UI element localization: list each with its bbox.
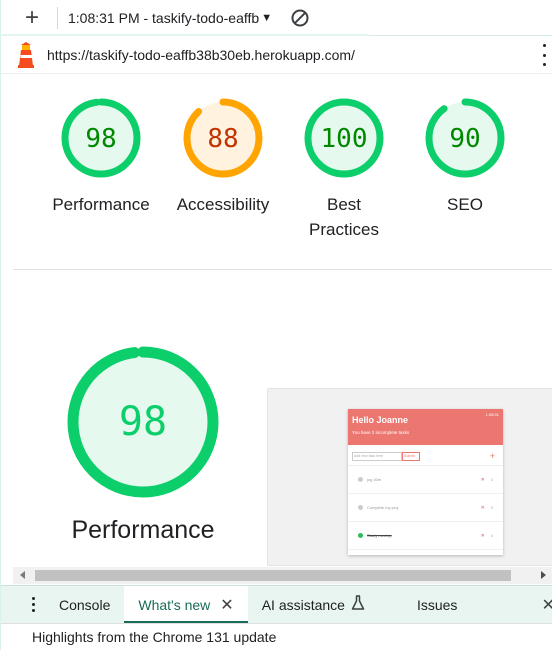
- performance-heading: Performance: [71, 516, 215, 544]
- caret-down-icon: ▼: [261, 11, 273, 24]
- score-gauge-accessibility[interactable]: 88 Accessibility: [163, 98, 283, 217]
- drawer-menu-icon[interactable]: [21, 586, 45, 623]
- gauge-value-accessibility: 88: [207, 124, 238, 154]
- task-status-icon: [358, 533, 363, 538]
- close-drawer-icon[interactable]: ✕: [542, 595, 552, 615]
- app-form: Add new task here Submit +: [348, 445, 503, 466]
- app-submit-button: Submit: [402, 451, 420, 461]
- final-screenshot[interactable]: Hello Joanne You have 2 incomplete tasks…: [267, 388, 552, 566]
- tab-console[interactable]: Console: [45, 586, 124, 623]
- task-status-icon: [358, 505, 363, 510]
- gauge-label-best-practices: Best Practices: [309, 195, 379, 239]
- tab-whats-new[interactable]: What's new ✕: [124, 586, 249, 623]
- task-count: 4: [490, 533, 493, 538]
- drawer-tabbar: Console What's new ✕ AI assistance Issue…: [1, 585, 552, 623]
- task-count: 2: [490, 477, 493, 482]
- horizontal-scrollbar[interactable]: [13, 567, 552, 584]
- gauge-performance: 98: [61, 98, 141, 178]
- performance-large-gauge: 98: [67, 346, 219, 498]
- task-delete-icon: ✕: [480, 532, 485, 539]
- report-selector-label: 1:08:31 PM - taskify-todo-eaffb: [68, 9, 260, 26]
- task-text: Study meetup: [367, 533, 392, 538]
- performance-category: 98 Performance: [57, 346, 229, 545]
- app-task-row: Study meetup ✕ 4: [348, 522, 503, 550]
- task-count: 3: [490, 505, 493, 510]
- url-bar: https://taskify-todo-eaffb38b30eb.heroku…: [1, 36, 552, 74]
- task-delete-icon: ✕: [480, 504, 485, 511]
- scroll-right-icon[interactable]: [541, 571, 546, 579]
- task-status-icon: [358, 477, 363, 482]
- toolbar-divider: [57, 6, 58, 29]
- app-subtitle: You have 2 incomplete tasks: [352, 430, 410, 435]
- large-gauge-value: 98: [119, 399, 167, 445]
- tab-whats-new-label: What's new: [138, 596, 211, 613]
- app-task-row: Complete my proj ✕ 3: [348, 494, 503, 522]
- gauge-label-accessibility: Accessibility: [176, 195, 270, 214]
- tab-console-label: Console: [59, 596, 111, 613]
- gauge-label-performance: Performance: [52, 195, 150, 214]
- gauge-accessibility: 88: [183, 98, 263, 178]
- score-gauge-seo[interactable]: 90 SEO: [405, 98, 525, 217]
- tab-issues[interactable]: Issues: [379, 586, 471, 623]
- gauge-value-performance: 98: [85, 124, 116, 154]
- gauge-seo: 90: [425, 98, 505, 178]
- block-icon[interactable]: [290, 8, 310, 28]
- app-task-input: Add new task here: [352, 451, 402, 461]
- app-add-icon: +: [489, 451, 495, 461]
- tab-ai-assistance[interactable]: AI assistance: [248, 586, 379, 623]
- app-greeting: Hello Joanne: [352, 415, 409, 425]
- gauge-best-practices: 100: [304, 98, 384, 178]
- task-delete-icon: ✕: [480, 476, 485, 483]
- report-url: https://taskify-todo-eaffb38b30eb.heroku…: [47, 46, 355, 63]
- task-text: jog 40m: [367, 477, 382, 482]
- gauge-value-best-practices: 100: [321, 124, 368, 154]
- scroll-left-icon[interactable]: [20, 571, 25, 579]
- plus-icon[interactable]: +: [17, 3, 47, 33]
- lighthouse-icon: [15, 41, 37, 68]
- close-icon[interactable]: ✕: [220, 595, 233, 615]
- devtools-lighthouse-panel: + 1:08:31 PM - taskify-todo-eaffb ▼ http…: [0, 0, 552, 650]
- tab-ai-assistance-label: AI assistance: [261, 596, 345, 613]
- gauge-label-seo: SEO: [447, 195, 483, 214]
- screenshot-app: Hello Joanne You have 2 incomplete tasks…: [348, 409, 503, 555]
- app-time: 1:08:31: [485, 412, 499, 417]
- lighthouse-toolbar: + 1:08:31 PM - taskify-todo-eaffb ▼: [1, 0, 552, 36]
- app-task-row: jog 40m ✕ 2: [348, 466, 503, 494]
- report-selector[interactable]: 1:08:31 PM - taskify-todo-eaffb ▼: [68, 10, 272, 26]
- kebab-menu-icon[interactable]: [539, 44, 549, 66]
- task-text: Complete my proj: [367, 505, 399, 510]
- flask-icon: [351, 595, 365, 614]
- app-header: Hello Joanne You have 2 incomplete tasks…: [348, 409, 503, 445]
- score-summary: 98 Performance 88 Accessibility 100 Best…: [13, 74, 552, 270]
- scrollbar-thumb[interactable]: [35, 570, 511, 581]
- gauge-value-seo: 90: [449, 124, 480, 154]
- score-gauge-performance[interactable]: 98 Performance: [41, 98, 161, 217]
- score-gauge-best-practices[interactable]: 100 Best Practices: [284, 98, 404, 242]
- whats-new-highlights: Highlights from the Chrome 131 update: [1, 623, 552, 650]
- tab-issues-label: Issues: [416, 596, 458, 613]
